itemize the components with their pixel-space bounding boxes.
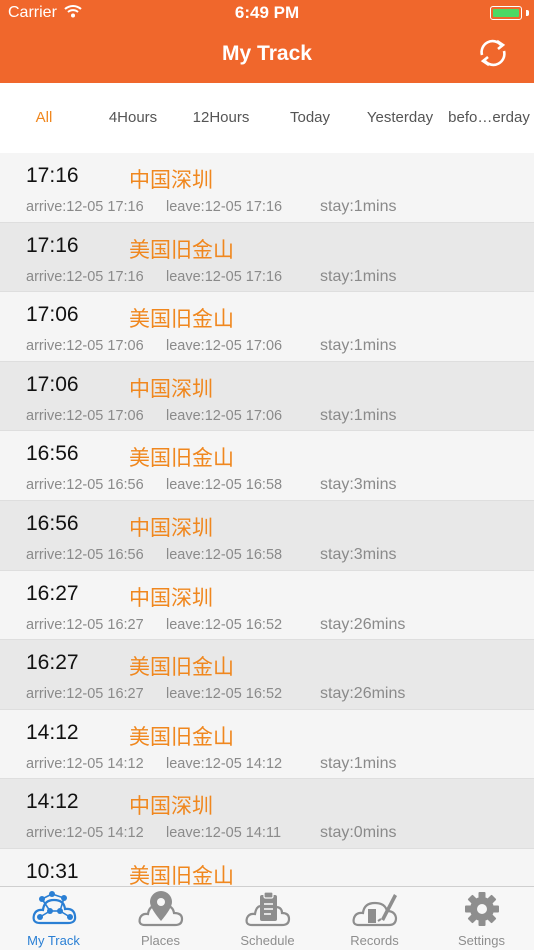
tab-label: My Track xyxy=(27,933,80,948)
row-stay: stay:1mins xyxy=(320,337,397,355)
row-leave: leave:12-05 16:52 xyxy=(166,686,283,703)
track-row[interactable]: 17:16 美国旧金山 arrive:12-05 17:16 leave:12-… xyxy=(0,222,534,293)
row-stay: stay:1mins xyxy=(320,406,397,424)
row-arrive: arrive:12-05 16:56 xyxy=(26,546,144,563)
battery-icon xyxy=(490,6,522,20)
tab-settings[interactable]: Settings xyxy=(428,887,534,950)
row-place: 美国旧金山 xyxy=(129,307,234,332)
tab-records[interactable]: Records xyxy=(321,887,428,950)
tab-places[interactable]: Places xyxy=(107,887,214,950)
row-leave: leave:12-05 16:52 xyxy=(166,616,283,633)
filter-tab-all[interactable]: All xyxy=(4,83,84,153)
track-row[interactable]: 16:56 中国深圳 arrive:12-05 16:56 leave:12-0… xyxy=(0,500,534,571)
row-place: 美国旧金山 xyxy=(129,446,234,471)
row-leave: leave:12-05 14:11 xyxy=(166,825,282,842)
row-stay: stay:3mins xyxy=(320,545,397,563)
filter-tab-today[interactable]: Today xyxy=(270,83,350,153)
row-place: 中国深圳 xyxy=(129,515,213,540)
row-arrive: arrive:12-05 16:27 xyxy=(26,616,144,633)
row-place: 美国旧金山 xyxy=(129,724,234,749)
location-pin-icon xyxy=(138,891,184,927)
row-arrive: arrive:12-05 17:16 xyxy=(26,268,144,285)
status-time: 6:49 PM xyxy=(234,3,300,22)
row-stay: stay:1mins xyxy=(320,267,397,285)
row-time: 16:27 xyxy=(26,581,79,605)
track-row[interactable]: 17:06 中国深圳 arrive:12-05 17:06 leave:12-0… xyxy=(0,361,534,432)
row-leave: leave:12-05 17:16 xyxy=(166,199,283,215)
tab-my-track[interactable]: My Track xyxy=(0,887,107,950)
filter-tab-12hours[interactable]: 12Hours xyxy=(181,83,261,153)
tab-label: Schedule xyxy=(240,933,295,948)
track-row[interactable]: 17:16 中国深圳 arrive:12-05 17:16 leave:12-0… xyxy=(0,153,534,223)
row-leave: leave:12-05 16:58 xyxy=(166,546,283,563)
screen: Carrier 6:49 PM My Track All 4Hours 12Ho… xyxy=(0,0,534,950)
filter-tab-4hours[interactable]: 4Hours xyxy=(93,83,173,153)
row-time: 16:56 xyxy=(26,511,79,535)
row-time: 17:16 xyxy=(26,233,79,257)
tab-label: Settings xyxy=(458,933,505,948)
row-time: 10:31 xyxy=(26,859,79,883)
row-leave: leave:12-05 17:16 xyxy=(166,268,283,285)
row-arrive: arrive:12-05 14:12 xyxy=(26,825,144,842)
row-time: 14:12 xyxy=(26,720,79,744)
row-stay: stay:1mins xyxy=(320,754,397,772)
row-leave: leave:12-05 16:58 xyxy=(166,477,283,494)
row-stay: stay:0mins xyxy=(320,824,397,842)
row-place: 美国旧金山 xyxy=(129,655,234,680)
row-stay: stay:1mins xyxy=(320,198,397,215)
row-place: 美国旧金山 xyxy=(129,863,234,886)
clipboard-icon xyxy=(245,891,291,927)
track-row[interactable]: 16:27 美国旧金山 arrive:12-05 16:27 leave:12-… xyxy=(0,640,534,710)
status-bar: Carrier 6:49 PM xyxy=(0,0,534,28)
row-time: 17:06 xyxy=(26,372,79,396)
row-arrive: arrive:12-05 14:12 xyxy=(26,755,144,772)
battery-tip xyxy=(526,10,529,16)
bottom-tab-bar: My Track Places Schedule Records Setting… xyxy=(0,886,534,950)
tab-label: Records xyxy=(350,933,399,948)
refresh-icon[interactable] xyxy=(474,34,512,72)
page-title: My Track xyxy=(222,42,312,65)
tab-schedule[interactable]: Schedule xyxy=(214,887,321,950)
track-row[interactable]: 16:56 美国旧金山 arrive:12-05 16:56 leave:12-… xyxy=(0,431,534,501)
track-list[interactable]: 17:16 中国深圳 arrive:12-05 17:16 leave:12-0… xyxy=(0,153,534,886)
row-arrive: arrive:12-05 16:56 xyxy=(26,477,144,494)
cloud-network-icon xyxy=(32,891,77,925)
track-row[interactable]: 16:27 中国深圳 arrive:12-05 16:27 leave:12-0… xyxy=(0,570,534,641)
row-arrive: arrive:12-05 16:27 xyxy=(26,686,144,703)
row-place: 中国深圳 xyxy=(129,376,213,401)
row-place: 美国旧金山 xyxy=(129,237,234,262)
track-row[interactable]: 14:12 中国深圳 arrive:12-05 14:12 leave:12-0… xyxy=(0,779,534,849)
row-stay: stay:26mins xyxy=(320,615,406,633)
row-time: 17:06 xyxy=(26,303,79,327)
row-place: 中国深圳 xyxy=(129,168,213,192)
row-arrive: arrive:12-05 17:06 xyxy=(26,338,144,355)
notebook-pen-icon xyxy=(352,894,398,927)
row-time: 16:56 xyxy=(26,442,79,466)
row-time: 17:16 xyxy=(26,164,79,187)
row-time: 16:27 xyxy=(26,651,79,675)
filter-tab-yesterday[interactable]: Yesterday xyxy=(358,83,442,153)
row-place: 中国深圳 xyxy=(129,794,213,819)
nav-header: Carrier 6:49 PM My Track xyxy=(0,0,534,83)
row-arrive: arrive:12-05 17:16 xyxy=(26,199,144,215)
filter-tab-before-yesterday[interactable]: befo…erday xyxy=(444,83,534,153)
row-place: 中国深圳 xyxy=(129,585,213,610)
track-row[interactable]: 17:06 美国旧金山 arrive:12-05 17:06 leave:12-… xyxy=(0,292,534,362)
row-leave: leave:12-05 17:06 xyxy=(166,407,283,424)
track-row[interactable]: 14:12 美国旧金山 arrive:12-05 14:12 leave:12-… xyxy=(0,709,534,780)
gear-icon xyxy=(465,892,499,926)
row-stay: stay:26mins xyxy=(320,685,406,703)
time-filter-tabs: All 4Hours 12Hours Today Yesterday befo…… xyxy=(0,83,534,153)
tab-label: Places xyxy=(140,933,181,948)
row-arrive: arrive:12-05 17:06 xyxy=(26,407,144,424)
track-row[interactable]: 10:31 美国旧金山 xyxy=(0,848,534,886)
row-leave: leave:12-05 17:06 xyxy=(166,338,283,355)
row-time: 14:12 xyxy=(26,790,79,814)
row-stay: stay:3mins xyxy=(320,476,397,494)
row-leave: leave:12-05 14:12 xyxy=(166,755,283,772)
